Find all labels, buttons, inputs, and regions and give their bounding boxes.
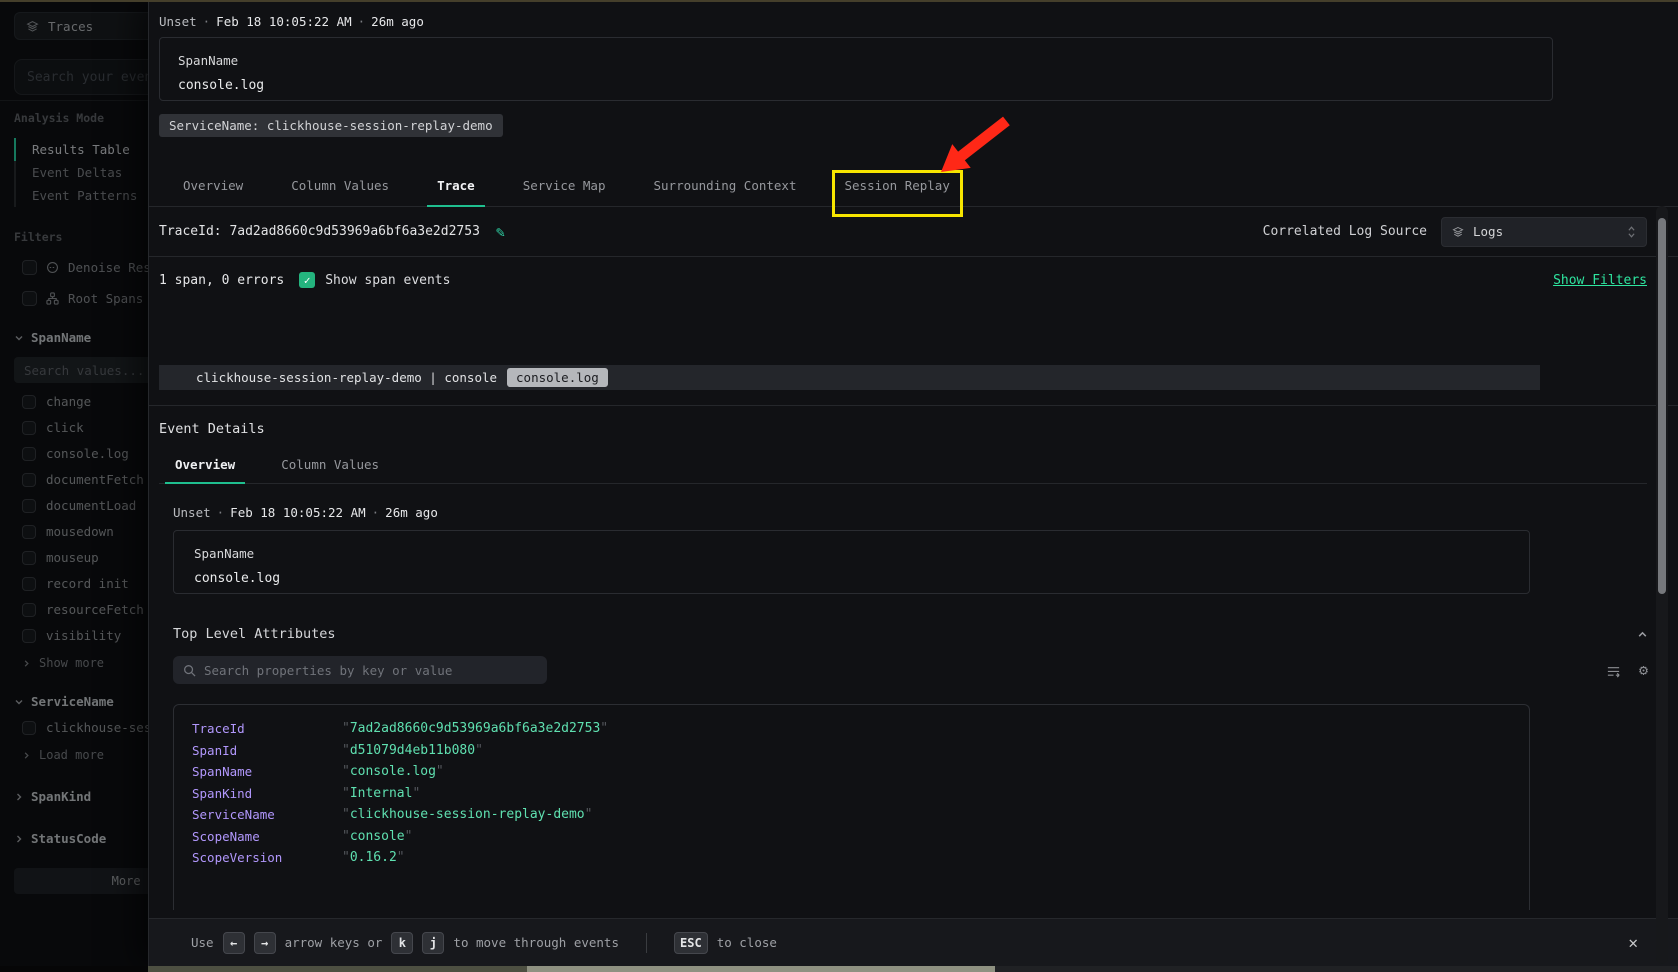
attribute-key: ScopeName [192,829,342,844]
event-details-header: Unset·Feb 18 10:05:22 AM·26m ago [173,505,1678,520]
kbd-k: k [391,932,413,954]
attribute-rows: TraceId 7ad2ad8660c9d53969a6bf6a3e2d2753… [192,718,1529,869]
divider [149,405,1678,406]
span-summary: 1 span, 0 errors [159,273,284,288]
kbd-arrow-left: ← [223,932,245,954]
tab[interactable]: Overview [181,164,245,206]
chevron-up-icon[interactable] [1637,629,1648,640]
tab[interactable]: Surrounding Context [652,164,799,206]
span-name-label: SpanName [178,53,1534,68]
relative-time: 26m ago [371,14,424,29]
tab[interactable]: Service Map [521,164,608,206]
layers-icon [1452,226,1464,238]
attribute-row[interactable]: ServiceName clickhouse-session-replay-de… [192,804,1529,826]
attribute-value: 0.16.2 [342,850,405,865]
sidebar-dim-overlay [0,0,148,972]
trace-id: TraceId: 7ad2ad8660c9d53969a6bf6a3e2d275… [159,224,480,239]
attribute-row[interactable]: ScopeVersion 0.16.2 [192,847,1529,869]
attribute-value: 7ad2ad8660c9d53969a6bf6a3e2d2753 [342,721,608,736]
top-edge-strip [0,0,1678,2]
spans-toolbar: 1 span, 0 errors ✓ Show span events Show… [149,257,1678,303]
timestamp: Feb 18 10:05:22 AM [216,14,351,29]
waterfall-span-row[interactable]: clickhouse-session-replay-demo | console… [159,365,1540,390]
chevron-updown-icon [1627,225,1636,239]
attribute-row[interactable]: SpanId d51079d4eb11b080 [192,740,1529,762]
service-name-chip[interactable]: ServiceName: clickhouse-session-replay-d… [159,114,503,137]
attribute-row[interactable]: TraceId 7ad2ad8660c9d53969a6bf6a3e2d2753 [192,718,1529,740]
kbd-arrow-right: → [254,932,276,954]
correlated-log-source-label: Correlated Log Source [1263,224,1427,239]
tab[interactable]: Trace [435,164,477,206]
attribute-key: TraceId [192,721,342,736]
panel-footer: Use ← → arrow keys or k j to move throug… [149,918,1678,966]
span-name-card: SpanName console.log [159,37,1553,101]
show-span-events-label: Show span events [325,273,450,288]
divider [646,933,647,953]
attribute-key: SpanKind [192,786,342,801]
attribute-row[interactable]: ScopeName console [192,826,1529,848]
scrollbar-track[interactable] [1656,206,1668,964]
waterfall-area [149,303,1678,365]
attributes-table: TraceId 7ad2ad8660c9d53969a6bf6a3e2d2753… [173,704,1530,910]
event-side-panel: Unset·Feb 18 10:05:22 AM·26m ago SpanNam… [148,0,1678,966]
status-text: Unset [159,14,197,29]
panel-tabs: Overview Column Values Trace Service Map Sur… [149,164,1678,207]
log-source-value: Logs [1473,224,1503,239]
attribute-value: console.log [342,764,444,779]
show-filters-link[interactable]: Show Filters [1553,273,1647,288]
event-details-tabs: Overview Column Values [159,447,1647,484]
red-annotation-arrow [933,112,1023,184]
attribute-key: ScopeVersion [192,850,342,865]
span-name-card: SpanName console.log [173,530,1530,594]
attributes-toolbar: ⚙ [173,656,1648,684]
event-details-title: Event Details [159,421,1678,437]
attribute-value: console [342,829,412,844]
edit-pencil-icon[interactable]: ✎ [496,223,505,241]
attribute-row[interactable]: SpanName console.log [192,761,1529,783]
span-name-value: console.log [178,78,1534,93]
scrollbar-thumb[interactable] [1658,218,1666,594]
top-level-attributes-title: Top Level Attributes [173,626,336,642]
show-span-events-checkbox[interactable]: ✓ [299,272,315,288]
tab[interactable]: Column Values [289,164,391,206]
attribute-value: Internal [342,786,420,801]
wrap-lines-icon[interactable] [1606,663,1621,678]
attribute-key: SpanId [192,743,342,758]
property-search[interactable] [173,656,547,684]
gear-icon[interactable]: ⚙ [1639,661,1648,679]
search-icon [183,664,196,677]
attribute-key: SpanName [192,764,342,779]
bottom-edge-strip [0,966,1678,972]
event-header: Unset·Feb 18 10:05:22 AM·26m ago [149,0,1678,29]
attribute-value: d51079d4eb11b080 [342,743,483,758]
attribute-row[interactable]: SpanKind Internal [192,783,1529,805]
attribute-key: ServiceName [192,807,342,822]
kbd-esc: ESC [674,932,708,954]
span-row-label: clickhouse-session-replay-demo | console [196,370,497,385]
tab[interactable]: Column Values [279,447,381,483]
property-search-input[interactable] [204,663,524,678]
span-row-chip: console.log [507,368,608,387]
kbd-j: j [422,932,444,954]
close-icon[interactable]: ✕ [1628,933,1638,952]
tab[interactable]: Overview [173,447,237,483]
top-level-attributes-header: Top Level Attributes [173,626,1648,642]
attribute-value: clickhouse-session-replay-demo [342,807,592,822]
log-source-select[interactable]: Logs [1441,217,1647,247]
